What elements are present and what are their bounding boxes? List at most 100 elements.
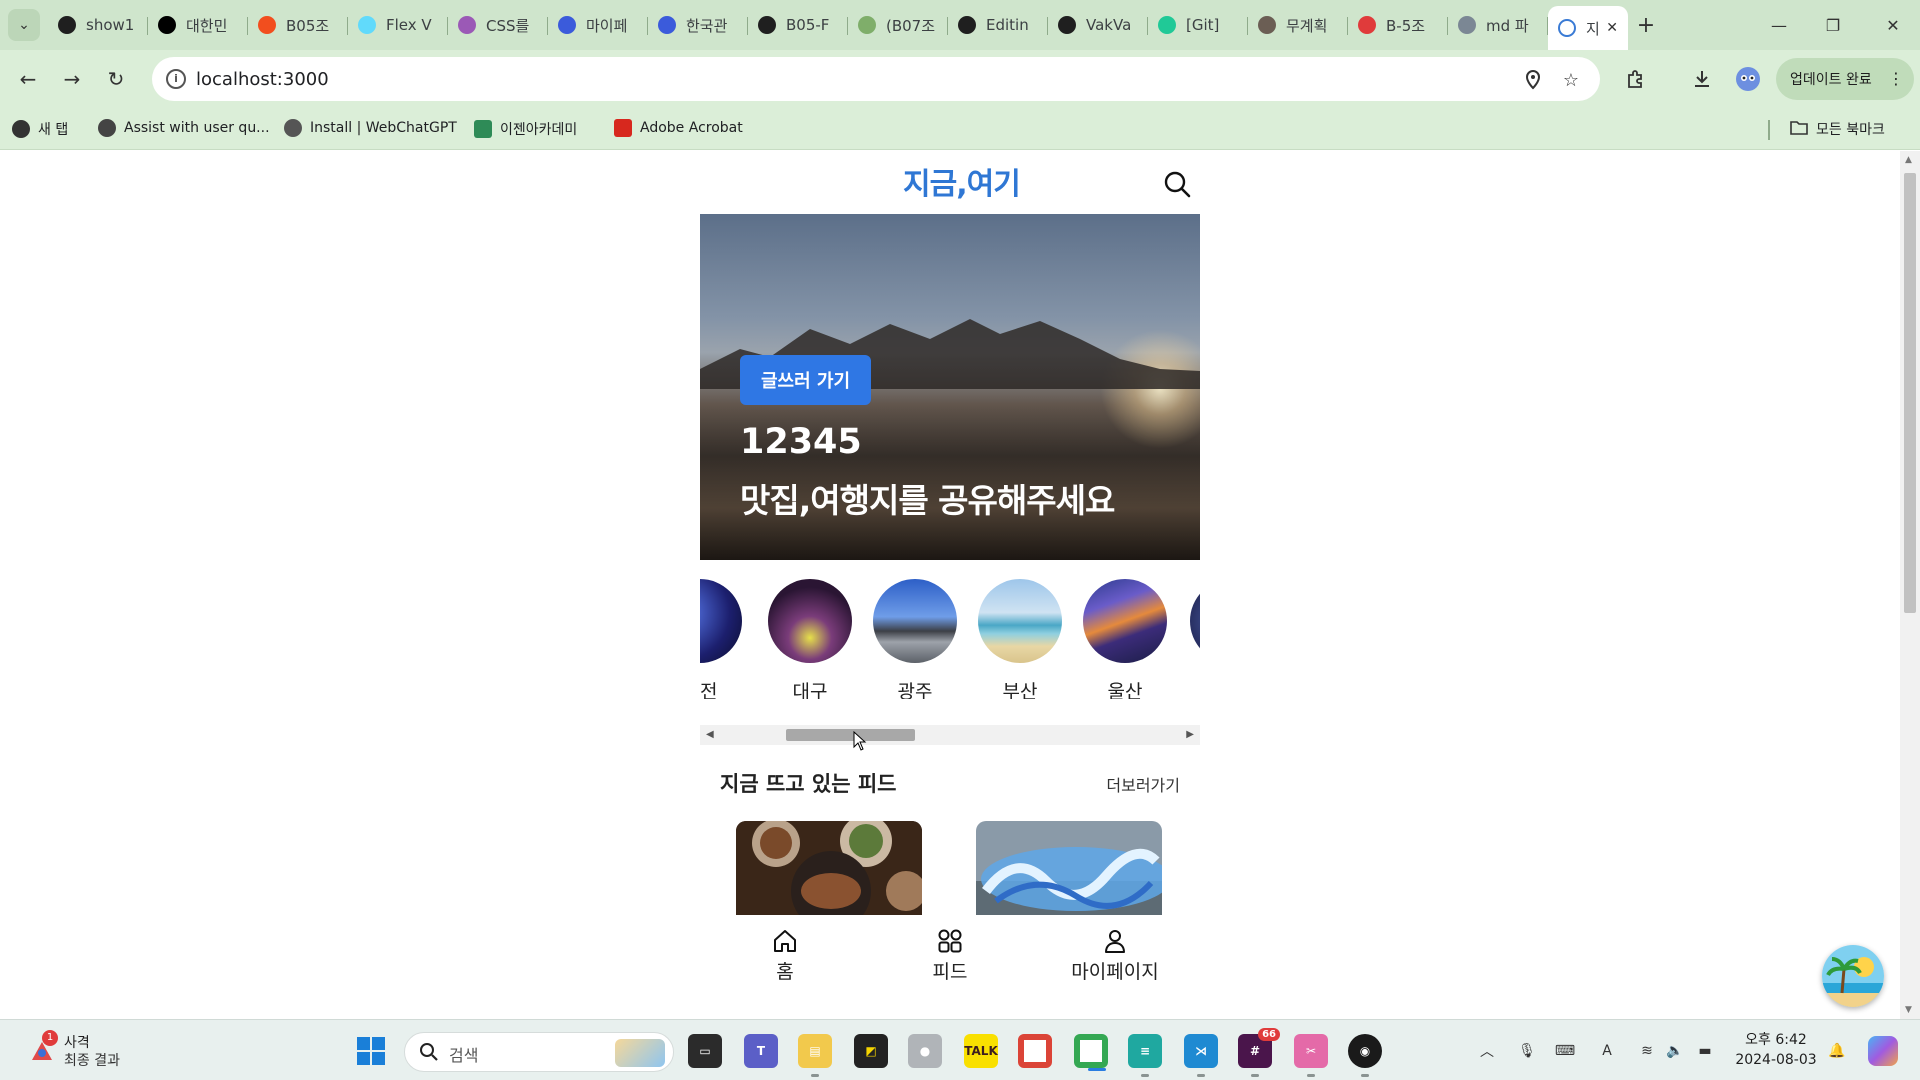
vscode-icon[interactable]: ⋊ <box>1184 1034 1218 1077</box>
wifi-icon[interactable]: ≋ <box>1636 1040 1658 1062</box>
search-icon[interactable] <box>1162 169 1192 199</box>
kakaotalk-icon[interactable]: TALK <box>964 1034 998 1068</box>
browser-tab[interactable]: 대한민 <box>148 6 248 44</box>
browser-tab[interactable]: 무계획 <box>1248 6 1348 44</box>
browser-tab[interactable]: VakVa <box>1048 6 1148 44</box>
region-item-daejeon[interactable]: ㅐ전 <box>700 579 742 699</box>
region-item-busan[interactable]: 부산 <box>978 579 1062 699</box>
chrome-icon[interactable] <box>1018 1034 1052 1068</box>
profile-avatar-icon[interactable] <box>1734 65 1762 93</box>
voice-recorder-icon[interactable]: ● <box>908 1034 942 1068</box>
scrollbar-thumb[interactable] <box>786 729 915 741</box>
nav-item-mypage[interactable]: 마이페이지 <box>1030 915 1200 984</box>
site-info-icon[interactable]: i <box>166 69 186 89</box>
windows-start-icon[interactable] <box>356 1036 386 1066</box>
extensions-puzzle-icon[interactable] <box>1622 65 1650 93</box>
browser-tab[interactable]: B-5조 <box>1348 6 1448 44</box>
browser-tab[interactable]: CSS를 <box>448 6 548 44</box>
slack-badge: 66 <box>1258 1028 1280 1041</box>
browser-tab[interactable]: Flex V <box>348 6 448 44</box>
keyboard-icon[interactable]: ⌨ <box>1554 1040 1576 1062</box>
region-item-next[interactable] <box>1190 579 1200 663</box>
forward-arrow-icon[interactable]: → <box>56 63 88 95</box>
file-explorer-icon[interactable]: ▤ <box>798 1034 832 1077</box>
browser-tab[interactable]: [Git] <box>1148 6 1248 44</box>
browser-tab[interactable]: B05-F <box>748 6 848 44</box>
scroll-up-arrow-icon[interactable]: ▲ <box>1905 155 1912 165</box>
browser-tab[interactable]: md 파 <box>1448 6 1548 44</box>
openai-icon <box>98 119 116 137</box>
region-item-ulsan[interactable]: 울산 <box>1083 579 1167 699</box>
region-horizontal-scrollbar[interactable]: ◀ ▶ <box>700 725 1200 745</box>
browser-tab[interactable]: (B07조 <box>848 6 948 44</box>
teams-icon[interactable]: T <box>744 1034 778 1068</box>
back-arrow-icon[interactable]: ← <box>12 63 44 95</box>
notification-bell-icon[interactable]: 🔔 <box>1826 1040 1848 1062</box>
battery-icon[interactable]: ▬ <box>1694 1040 1716 1062</box>
figma-icon <box>258 16 276 34</box>
all-bookmarks-folder[interactable]: 모든 북마크 <box>1790 119 1885 139</box>
chrome-profile-icon[interactable] <box>1074 1034 1108 1071</box>
location-pin-icon[interactable] <box>1522 69 1544 91</box>
bookmark-star-icon[interactable]: ☆ <box>1560 69 1582 91</box>
copilot-icon[interactable] <box>1868 1036 1898 1066</box>
feed-card-food[interactable] <box>736 821 922 917</box>
tab-title: B05-F <box>786 16 830 34</box>
new-tab-plus-icon[interactable]: + <box>1628 6 1664 44</box>
feed-card-festival[interactable] <box>976 821 1162 917</box>
bookmark-item[interactable]: Adobe Acrobat <box>614 119 743 137</box>
browser-tab[interactable]: 마이페 <box>548 6 648 44</box>
bookmark-item[interactable]: Assist with user qu... <box>98 119 270 137</box>
nav-item-home[interactable]: 홈 <box>700 915 870 984</box>
snipping-tool-icon[interactable]: ✂ <box>1294 1034 1328 1077</box>
browser-tab[interactable]: show1 <box>48 6 148 44</box>
region-item-daegu[interactable]: 대구 <box>768 579 852 699</box>
slack-icon[interactable]: # 66 <box>1238 1028 1280 1077</box>
browser-tab[interactable]: 한국관 <box>648 6 748 44</box>
close-window-button[interactable]: ✕ <box>1866 0 1920 50</box>
close-tab-icon[interactable]: ✕ <box>1606 20 1618 36</box>
bookmark-item[interactable]: Install | WebChatGPT <box>284 119 457 137</box>
more-menu-icon[interactable]: ⋮ <box>1888 69 1904 88</box>
scroll-left-arrow-icon[interactable]: ◀ <box>706 729 714 740</box>
notepad-icon[interactable]: ≡ <box>1128 1034 1162 1077</box>
browser-tab[interactable]: B05조 <box>248 6 348 44</box>
download-icon[interactable] <box>1688 65 1716 93</box>
bookmark-label: 새 탭 <box>38 122 69 138</box>
restore-button[interactable]: ❐ <box>1806 0 1860 50</box>
minimize-button[interactable]: — <box>1752 0 1806 50</box>
url-text[interactable]: localhost:3000 <box>196 69 329 90</box>
update-complete-button[interactable]: 업데이트 완료 ⋮ <box>1776 58 1914 100</box>
volume-icon[interactable]: 🔈 <box>1664 1040 1686 1062</box>
region-item-gwangju[interactable]: 광주 <box>873 579 957 699</box>
ime-icon[interactable]: A <box>1596 1040 1618 1062</box>
widget-badge: 1 <box>42 1030 58 1046</box>
address-bar[interactable]: i localhost:3000 ☆ <box>152 57 1600 101</box>
feed-more-link[interactable]: 더보러가기 <box>1106 772 1180 796</box>
scroll-down-arrow-icon[interactable]: ▼ <box>1905 1005 1912 1015</box>
news-widget[interactable]: 1 사격 최종 결과 <box>28 1030 158 1074</box>
obs-icon[interactable]: ◉ <box>1348 1034 1382 1077</box>
region-image-busan <box>978 579 1062 663</box>
tab-search-chevron-icon[interactable]: ⌄ <box>8 9 40 41</box>
bookmark-item[interactable]: 이젠아카데미 <box>474 119 577 139</box>
vertical-scrollbar-thumb[interactable] <box>1904 173 1916 613</box>
browser-tab[interactable]: Editin <box>948 6 1048 44</box>
microphone-icon[interactable]: 🎙 <box>1516 1040 1538 1062</box>
bookmark-item[interactable]: 새 탭 <box>12 119 68 139</box>
app-logo[interactable]: 지금,여기 <box>903 159 1021 203</box>
nav-item-feed[interactable]: 피드 <box>880 915 1020 984</box>
tray-overflow-chevron-icon[interactable]: ︿ <box>1476 1040 1498 1062</box>
sticky-notes-icon[interactable]: ◩ <box>854 1034 888 1068</box>
reload-icon[interactable]: ↻ <box>100 63 132 95</box>
taskbar-clock[interactable]: 오후 6:42 2024-08-03 <box>1730 1030 1822 1070</box>
tab-title: B-5조 <box>1386 16 1426 35</box>
write-post-button[interactable]: 글쓰러 가기 <box>740 355 871 405</box>
page-vertical-scrollbar[interactable]: ▲ ▼ <box>1900 151 1920 1019</box>
browser-tab-active[interactable]: 지 ✕ <box>1548 6 1628 50</box>
feed-image-festival <box>976 821 1162 917</box>
floating-beach-widget[interactable] <box>1822 945 1884 1007</box>
scroll-right-arrow-icon[interactable]: ▶ <box>1186 729 1194 740</box>
task-view-icon[interactable]: ▭ <box>688 1034 722 1068</box>
taskbar-search-box[interactable]: 검색 <box>404 1032 674 1072</box>
